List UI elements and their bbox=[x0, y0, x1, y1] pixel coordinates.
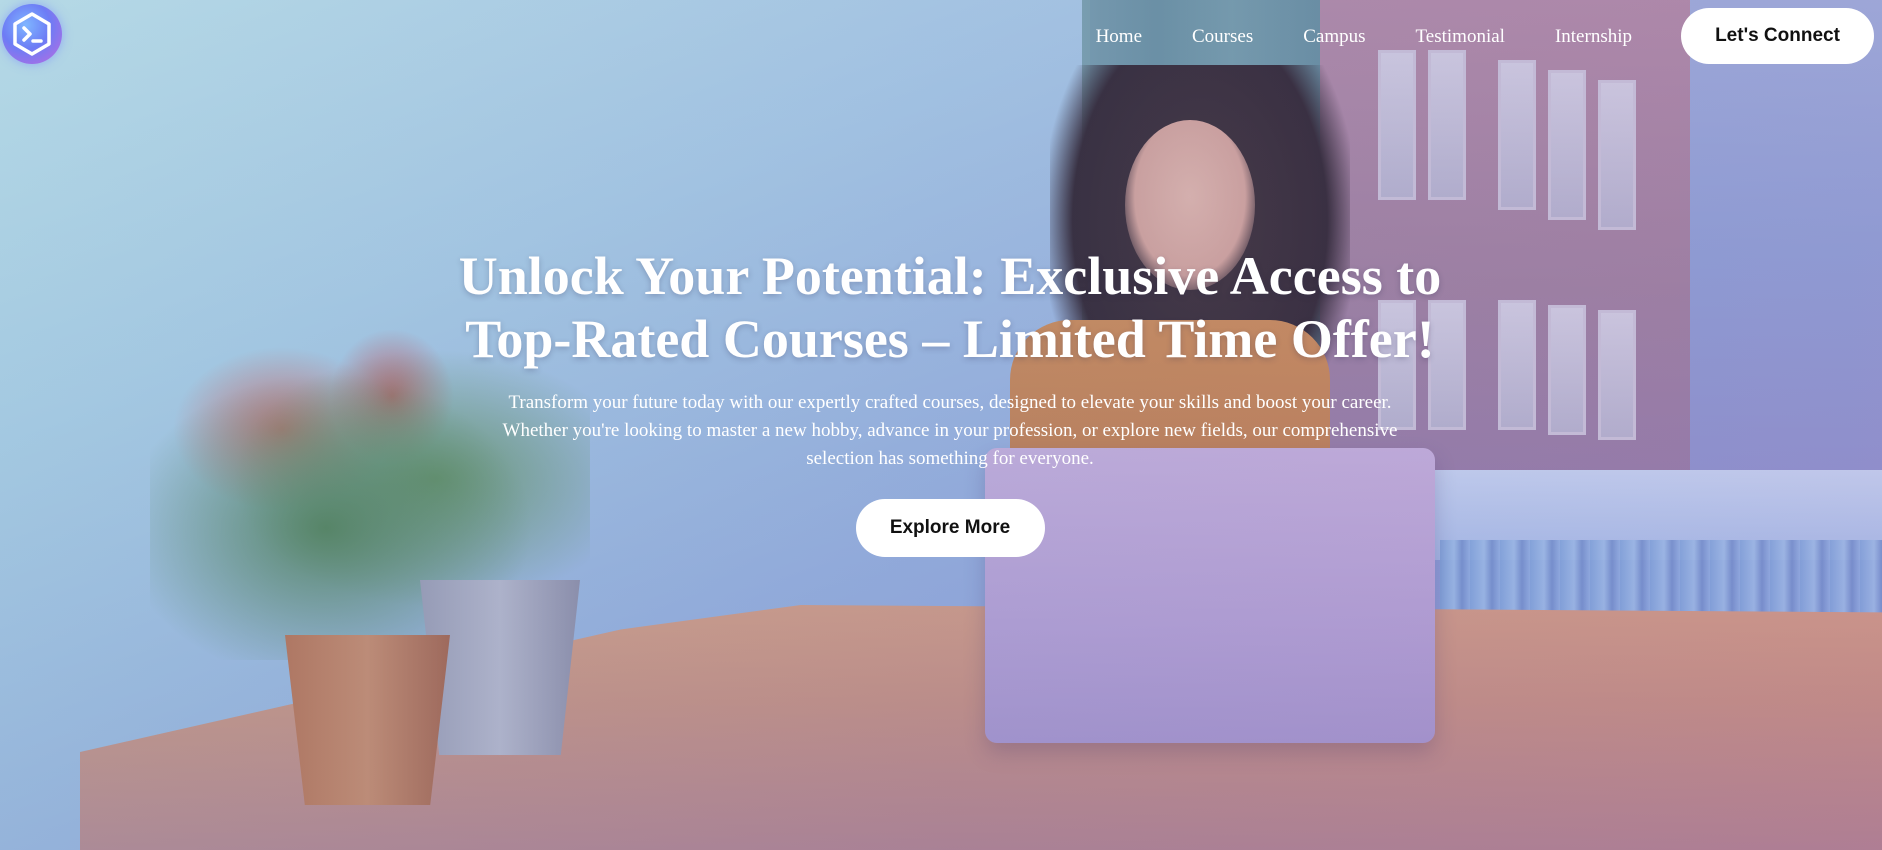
hero-title: Unlock Your Potential: Exclusive Access … bbox=[458, 246, 1442, 369]
nav-link-campus[interactable]: Campus bbox=[1303, 25, 1365, 49]
hero-section: Home Courses Campus Testimonial Internsh… bbox=[0, 0, 1882, 850]
logo[interactable] bbox=[2, 4, 62, 64]
nav-links: Home Courses Campus Testimonial Internsh… bbox=[1096, 25, 1632, 49]
nav-link-internship[interactable]: Internship bbox=[1555, 25, 1632, 49]
lets-connect-button[interactable]: Let's Connect bbox=[1681, 8, 1874, 64]
terminal-hexagon-icon bbox=[13, 12, 51, 56]
navbar: Home Courses Campus Testimonial Internsh… bbox=[0, 0, 1882, 72]
explore-more-button[interactable]: Explore More bbox=[855, 499, 1045, 557]
hero-content: Unlock Your Potential: Exclusive Access … bbox=[440, 245, 1460, 557]
hero-subtitle: Transform your future today with our exp… bbox=[502, 392, 1398, 469]
nav-link-testimonial[interactable]: Testimonial bbox=[1416, 25, 1505, 49]
nav-link-courses[interactable]: Courses bbox=[1192, 25, 1253, 49]
nav-link-home[interactable]: Home bbox=[1096, 25, 1142, 49]
